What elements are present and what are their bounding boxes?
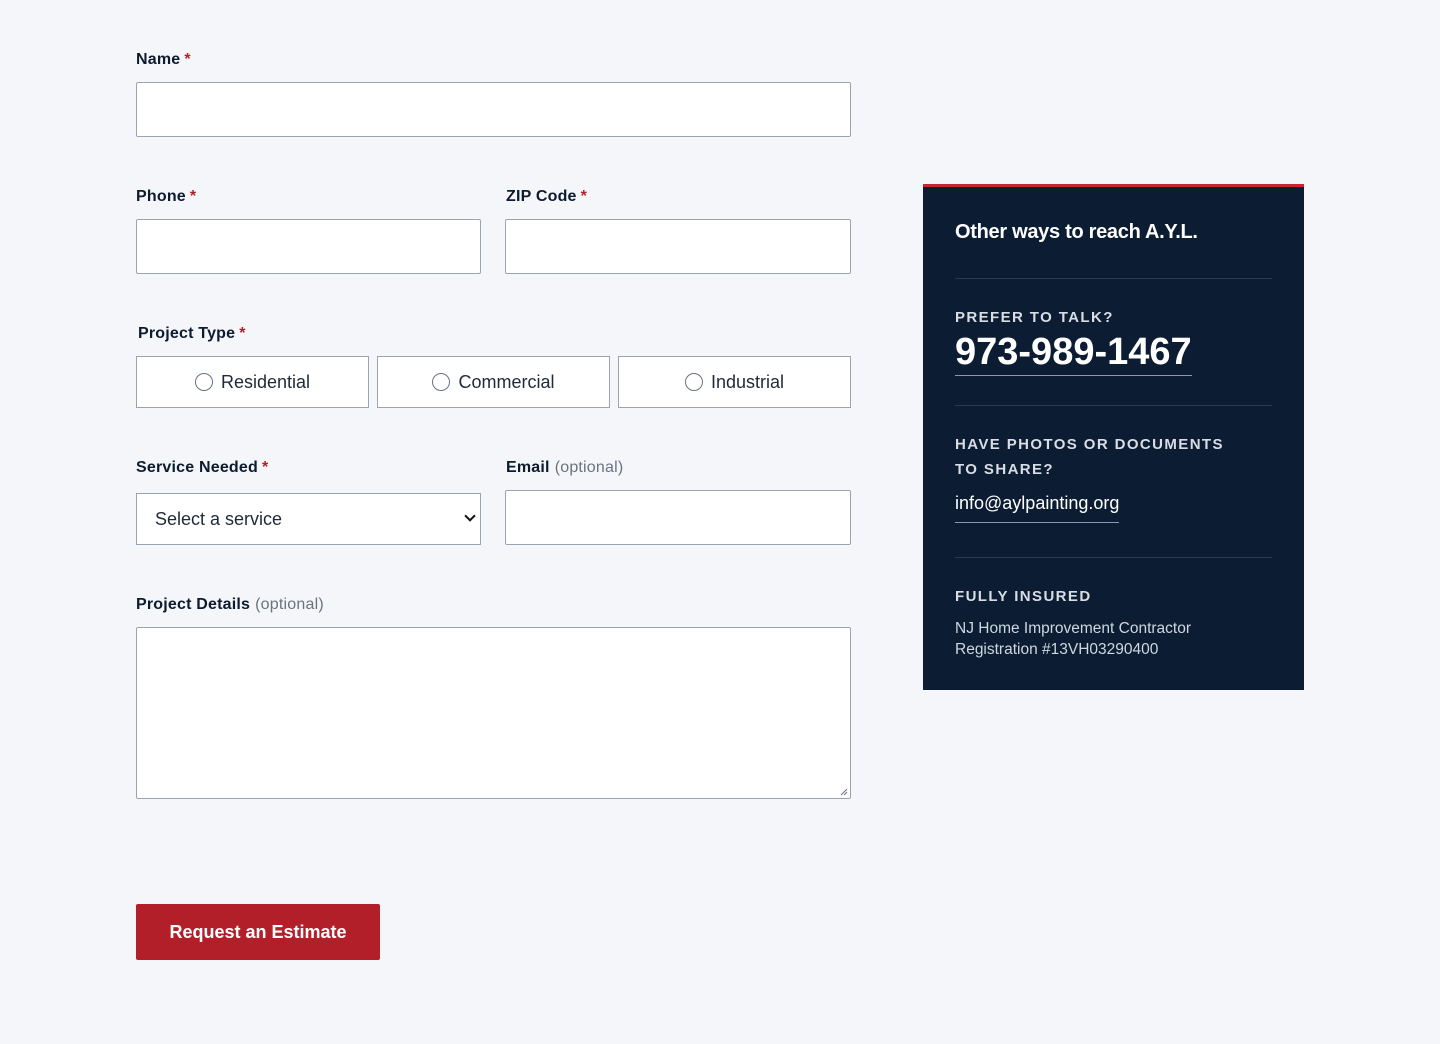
- divider: [955, 405, 1272, 406]
- details-textarea[interactable]: [136, 627, 851, 799]
- name-label: Name *: [136, 51, 191, 69]
- required-mark: *: [239, 325, 246, 342]
- project-type-industrial[interactable]: Industrial: [618, 356, 851, 408]
- service-label-text: Service Needed: [136, 459, 258, 476]
- chevron-down-icon: [464, 510, 476, 522]
- resize-handle-icon[interactable]: [840, 788, 848, 796]
- radio-circle-icon[interactable]: [684, 373, 703, 391]
- radio-label: Commercial: [458, 371, 555, 392]
- project-type-label-text: Project Type: [138, 325, 236, 342]
- details-label-text: Project Details: [136, 596, 251, 613]
- required-mark: *: [261, 459, 269, 476]
- photos-heading: HAVE PHOTOS OR DOCUMENTS TO SHARE?: [955, 436, 1224, 478]
- optional-hint: (optional): [554, 459, 624, 476]
- radio-label: Industrial: [710, 371, 785, 392]
- service-label: Service Needed *: [136, 459, 268, 477]
- project-type-commercial[interactable]: Commercial: [377, 356, 610, 408]
- phone-input[interactable]: [136, 219, 481, 274]
- phone-label-text: Phone: [136, 188, 186, 205]
- service-select-value: Select a service: [155, 508, 283, 529]
- name-label-text: Name: [136, 51, 181, 68]
- phone-label: Phone *: [136, 188, 196, 206]
- email-label-text: Email: [506, 459, 550, 476]
- email-label: Email (optional): [506, 459, 623, 477]
- radio-label: Residential: [220, 371, 311, 392]
- email-link[interactable]: info@aylpainting.org: [955, 493, 1120, 523]
- talk-heading: PREFER TO TALK?: [955, 309, 1114, 326]
- name-input[interactable]: [136, 82, 851, 137]
- radio-circle-icon[interactable]: [432, 373, 451, 391]
- email-input[interactable]: [505, 490, 851, 545]
- service-select[interactable]: Select a service: [136, 493, 481, 545]
- request-estimate-button[interactable]: Request an Estimate: [136, 904, 380, 960]
- divider: [955, 557, 1272, 558]
- contact-card: Other ways to reach A.Y.L. PREFER TO TAL…: [923, 184, 1304, 690]
- card-title: Other ways to reach A.Y.L.: [955, 221, 1198, 243]
- divider: [955, 278, 1272, 279]
- phone-link[interactable]: 973-989-1467: [955, 330, 1192, 376]
- required-mark: *: [580, 188, 588, 205]
- insured-heading: FULLY INSURED: [955, 588, 1092, 605]
- radio-circle-icon[interactable]: [194, 373, 213, 391]
- details-label: Project Details (optional): [136, 596, 324, 614]
- zip-label-text: ZIP Code: [506, 188, 577, 205]
- optional-hint: (optional): [255, 596, 324, 613]
- insured-text: NJ Home Improvement Contractor Registrat…: [955, 620, 1192, 658]
- zip-input[interactable]: [505, 219, 851, 274]
- required-mark: *: [189, 188, 197, 205]
- zip-label: ZIP Code *: [506, 188, 587, 206]
- required-mark: *: [184, 51, 191, 68]
- project-type-label: Project Type *: [138, 325, 246, 343]
- project-type-residential[interactable]: Residential: [136, 356, 369, 408]
